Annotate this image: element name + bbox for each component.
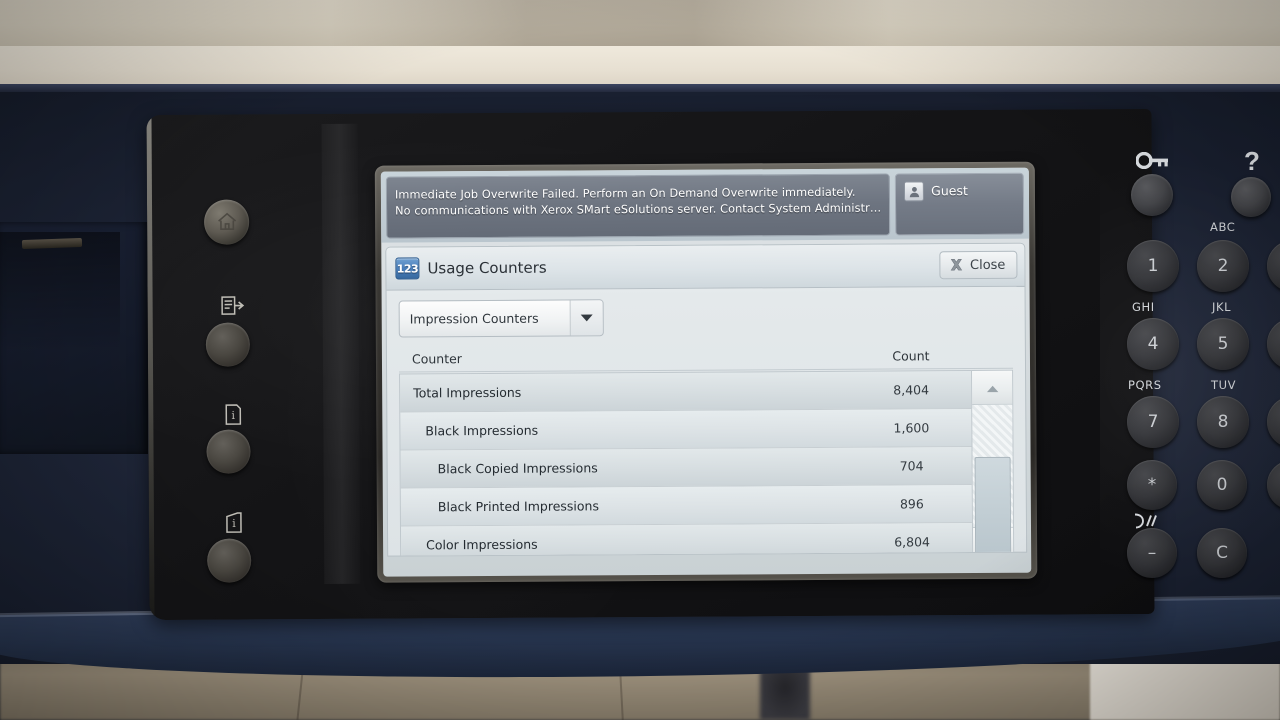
control-panel: i i Immediate Job Overwrite Failed. Perf…	[146, 108, 1155, 621]
usage-counter-icon: 123	[395, 257, 420, 280]
lcd-bezel: Immediate Job Overwrite Failed. Perform …	[374, 161, 1038, 583]
guest-user-button[interactable]: Guest	[895, 172, 1025, 236]
counters-scrollbar[interactable]	[971, 369, 1015, 557]
close-x-icon	[948, 257, 964, 273]
header-spacer	[971, 348, 1013, 363]
key-pound[interactable]	[1267, 460, 1280, 510]
chevron-down-icon	[569, 300, 603, 336]
printer-left-recess-shade	[0, 232, 120, 352]
close-button[interactable]: Close	[938, 250, 1018, 280]
key-1[interactable]: 1	[1127, 240, 1179, 292]
photo-scene: i i Immediate Job Overwrite Failed. Perf…	[0, 0, 1280, 720]
triangle-up-icon	[986, 378, 999, 397]
key-letters-7: PQRS	[1128, 378, 1162, 392]
key-letters-2: ABC	[1210, 220, 1236, 234]
home-icon	[215, 210, 239, 234]
counter-value: 8,404	[893, 382, 930, 398]
key-dash[interactable]: –	[1127, 528, 1177, 578]
panel-seam	[321, 123, 361, 584]
log-in-out-button[interactable]	[1131, 174, 1173, 216]
usage-counter-icon-text: 123	[396, 261, 419, 276]
counters-row-list[interactable]: Total Impressions 8,404 Black Impressions 1…	[399, 370, 973, 557]
counter-name: Black Printed Impressions	[437, 498, 599, 515]
job-status-button[interactable]	[205, 322, 251, 367]
information-button[interactable]	[207, 538, 252, 583]
dialog-body: Impression Counters Counter Count Total …	[387, 287, 1027, 557]
key-3[interactable]	[1267, 240, 1280, 292]
counter-type-dropdown[interactable]: Impression Counters	[398, 299, 604, 338]
key-asterisk[interactable]: *	[1127, 460, 1177, 510]
printer-top-edge	[0, 84, 1280, 92]
touchscreen[interactable]: Immediate Job Overwrite Failed. Perform …	[380, 167, 1032, 577]
table-row[interactable]: Total Impressions 8,404	[400, 371, 972, 413]
counters-table: Total Impressions 8,404 Black Impressions 1…	[399, 369, 1015, 557]
user-icon	[904, 181, 925, 202]
table-row[interactable]: Black Printed Impressions 896	[400, 485, 972, 527]
dialog-header: 123 Usage Counters Close	[386, 243, 1025, 291]
svg-text:i: i	[231, 409, 235, 422]
key-2[interactable]: 2	[1197, 240, 1249, 292]
key-icon	[1135, 151, 1170, 174]
system-message-line-2: No communications with Xerox SMart eSolu…	[395, 201, 882, 218]
counter-name: Total Impressions	[413, 384, 522, 401]
svg-text:i: i	[232, 517, 236, 530]
counter-value: 1,600	[893, 420, 930, 436]
key-4[interactable]: 4	[1127, 318, 1179, 370]
scroll-up-button[interactable]	[972, 370, 1013, 406]
close-label: Close	[969, 257, 1006, 273]
scrollbar-track[interactable]	[972, 404, 1013, 557]
wall-shadow	[330, 0, 890, 46]
help-button[interactable]	[1231, 177, 1271, 217]
numeric-keypad: ? ABC 1 2 GHI JKL 4 5 PQRS TUV 7 8 * 0 –…	[1100, 112, 1280, 617]
counter-value: 704	[899, 458, 924, 474]
question-icon: ?	[1244, 146, 1260, 176]
key-7[interactable]: 7	[1127, 396, 1179, 448]
information-icon: i	[224, 510, 244, 534]
table-row[interactable]: Black Copied Impressions 704	[400, 447, 972, 489]
counter-name: Black Copied Impressions	[437, 460, 598, 477]
dialog-title: Usage Counters	[427, 258, 547, 278]
counters-table-header: Counter Count	[398, 347, 1014, 373]
key-8[interactable]: 8	[1197, 396, 1249, 448]
system-message-box: Immediate Job Overwrite Failed. Perform …	[385, 173, 891, 239]
key-letters-4: GHI	[1132, 300, 1155, 314]
machine-status-button[interactable]	[206, 429, 251, 474]
key-letters-5: JKL	[1212, 300, 1232, 314]
column-header-counter: Counter	[411, 351, 462, 367]
machine-status-icon: i	[223, 402, 243, 426]
counter-type-value: Impression Counters	[409, 310, 539, 327]
wall-lower	[0, 46, 1280, 86]
counter-value: 6,804	[894, 534, 931, 550]
counter-value: 896	[899, 496, 924, 512]
table-row[interactable]: Black Impressions 1,600	[400, 409, 972, 451]
key-6[interactable]	[1267, 318, 1280, 370]
column-header-count: Count	[892, 348, 930, 364]
counter-name: Black Impressions	[425, 422, 539, 439]
key-5[interactable]: 5	[1197, 318, 1249, 370]
counter-name: Color Impressions	[426, 536, 538, 553]
guest-label: Guest	[931, 183, 968, 199]
job-status-icon	[220, 294, 246, 318]
table-row[interactable]: Color Impressions 6,804	[400, 523, 973, 557]
key-clear[interactable]: C	[1197, 528, 1247, 578]
usage-counters-dialog: 123 Usage Counters Close Impression Coun…	[385, 242, 1028, 557]
scrollbar-thumb[interactable]	[974, 456, 1012, 557]
key-0[interactable]: 0	[1197, 460, 1247, 510]
key-letters-8: TUV	[1211, 378, 1237, 392]
key-9[interactable]	[1267, 396, 1280, 448]
status-strip: Immediate Job Overwrite Failed. Perform …	[380, 167, 1030, 243]
